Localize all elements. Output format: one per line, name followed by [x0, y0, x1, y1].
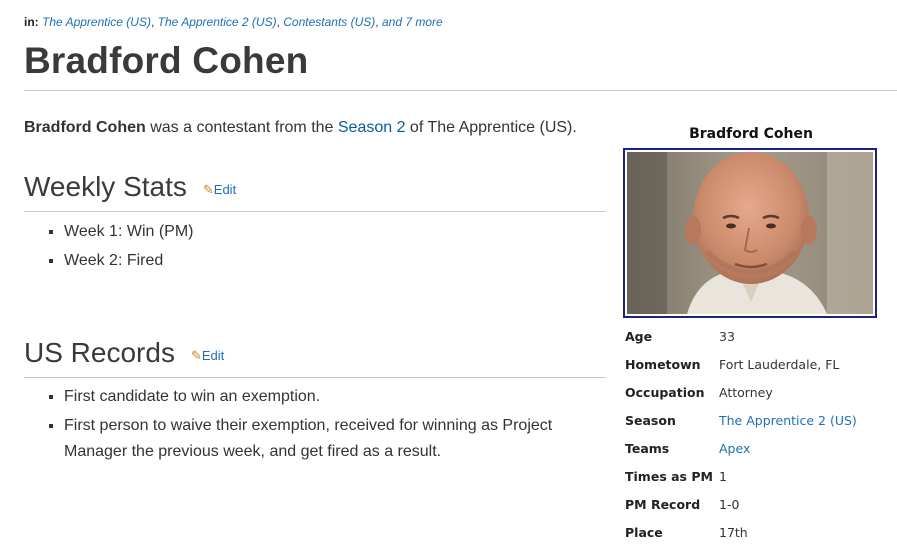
- infobox-row-occupation: Occupation Attorney: [620, 378, 882, 406]
- row-label: Teams: [625, 440, 670, 456]
- row-label: Times as PM: [625, 468, 713, 484]
- row-label: Place: [625, 524, 663, 540]
- row-label: Hometown: [625, 356, 701, 372]
- intro-text-mid: was a contestant from the: [145, 119, 338, 136]
- row-label: Age: [625, 328, 653, 344]
- infobox-row-season: Season The Apprentice 2 (US): [620, 406, 882, 434]
- infobox-row-times-as-pm: Times as PM 1: [620, 462, 882, 490]
- row-value: 33: [719, 328, 735, 344]
- list-item: Week 1: Win (PM): [64, 219, 586, 245]
- category-link-apprentice-us[interactable]: The Apprentice (US): [42, 15, 151, 29]
- categories-more-link[interactable]: and 7 more: [382, 15, 443, 29]
- portrait-image: [627, 152, 873, 314]
- list-item: First person to waive their exemption, r…: [64, 413, 586, 465]
- edit-section-us-records[interactable]: ✎Edit: [183, 348, 224, 363]
- title-divider: [24, 90, 897, 91]
- infobox: Bradford Cohen Age 33 Hometown Fort Laud…: [620, 120, 882, 546]
- infobox-row-age: Age 33: [620, 322, 882, 350]
- edit-section-weekly-stats[interactable]: ✎Edit: [195, 182, 236, 197]
- row-label: Season: [625, 412, 676, 428]
- us-records-list: First candidate to win an exemption. Fir…: [46, 384, 586, 468]
- intro-text-end: of The Apprentice (US).: [405, 119, 577, 136]
- infobox-title: Bradford Cohen: [689, 126, 813, 142]
- row-value: 17th: [719, 524, 748, 540]
- section-heading-weekly-stats: Weekly Stats ✎Edit: [24, 171, 236, 203]
- section-heading-us-records: US Records ✎Edit: [24, 337, 224, 369]
- row-value: 1-0: [719, 496, 740, 512]
- infobox-row-hometown: Hometown Fort Lauderdale, FL: [620, 350, 882, 378]
- list-item: Week 2: Fired: [64, 248, 586, 274]
- team-value-link[interactable]: Apex: [719, 441, 750, 456]
- section-divider: [24, 211, 606, 212]
- infobox-row-place: Place 17th: [620, 518, 882, 546]
- category-link-apprentice-2-us[interactable]: The Apprentice 2 (US): [158, 15, 277, 29]
- section-heading-text: Weekly Stats: [24, 171, 187, 202]
- intro-paragraph: Bradford Cohen was a contestant from the…: [24, 119, 577, 137]
- section-divider: [24, 377, 606, 378]
- infobox-row-pm-record: PM Record 1-0: [620, 490, 882, 518]
- pencil-icon: ✎: [202, 182, 214, 197]
- season-value-link[interactable]: The Apprentice 2 (US): [719, 413, 857, 428]
- list-item: First candidate to win an exemption.: [64, 384, 586, 410]
- infobox-stats: Age 33 Hometown Fort Lauderdale, FL Occu…: [620, 322, 882, 546]
- season-link[interactable]: Season 2: [338, 119, 406, 136]
- contestant-portrait: [623, 148, 877, 318]
- row-value: Attorney: [719, 384, 773, 400]
- row-label: Occupation: [625, 384, 705, 400]
- section-heading-text: US Records: [24, 337, 175, 368]
- weekly-stats-list: Week 1: Win (PM) Week 2: Fired: [46, 219, 586, 277]
- row-label: PM Record: [625, 496, 701, 512]
- page-title: Bradford Cohen: [24, 40, 309, 81]
- pencil-icon: ✎: [190, 348, 202, 363]
- categories-prefix: in:: [24, 15, 39, 29]
- row-value: Fort Lauderdale, FL: [719, 356, 840, 372]
- infobox-row-teams: Teams Apex: [620, 434, 882, 462]
- row-value: 1: [719, 468, 727, 484]
- category-link-contestants-us[interactable]: Contestants (US): [283, 15, 375, 29]
- intro-name: Bradford Cohen: [24, 119, 146, 136]
- category-breadcrumb: in: The Apprentice (US), The Apprentice …: [24, 15, 443, 29]
